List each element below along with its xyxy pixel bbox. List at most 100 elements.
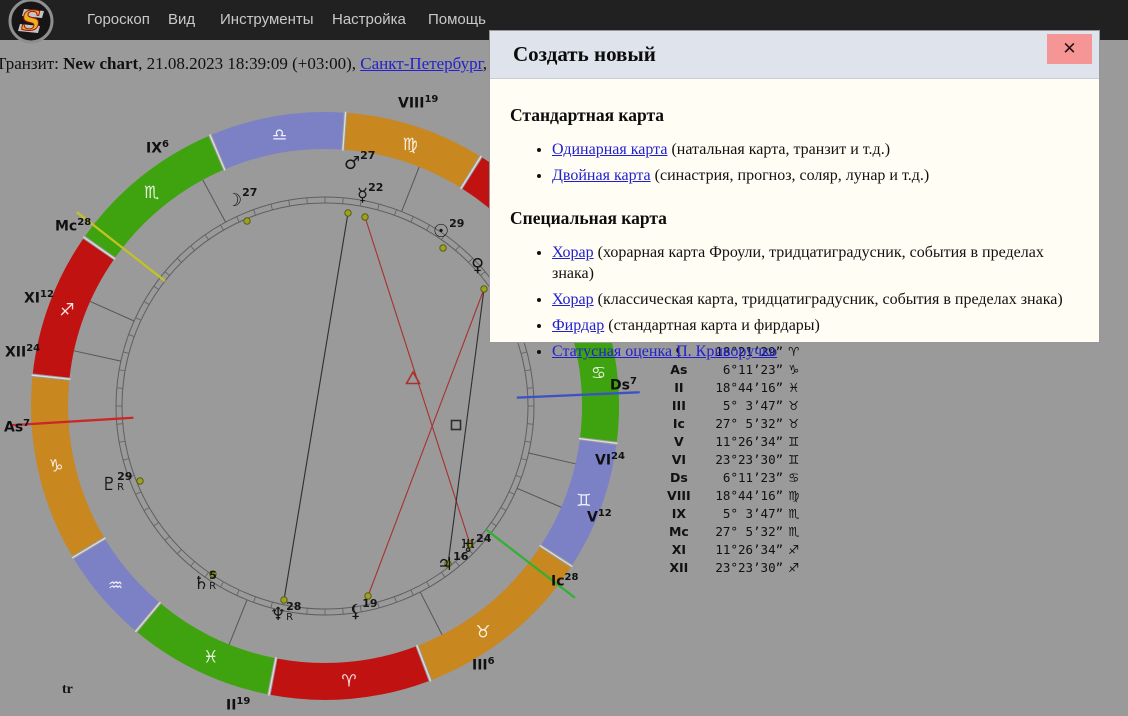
option-description: (натальная карта, транзит и т.д.) xyxy=(667,141,890,158)
planet-dot-mars xyxy=(345,210,351,216)
degree-tick xyxy=(221,582,224,587)
sign-glyph-aquarius: ♒ xyxy=(108,576,123,596)
positions-table: ⚸18°21’29”♈As 6°11’23”♑II18°44’16”♓III 5… xyxy=(660,342,810,576)
degree-tick xyxy=(129,335,135,337)
degree-tick xyxy=(123,459,129,461)
link-firdar[interactable]: Фирдар xyxy=(552,317,604,334)
dialog-option: Одинарная карта (натальная карта, транзи… xyxy=(552,139,1079,160)
dialog-section-heading: Специальная карта xyxy=(510,191,1079,229)
position-row-Mc: Mc27° 5’32”♏ xyxy=(660,522,810,540)
option-description: (стандартная карта и фирдары) xyxy=(604,317,820,334)
house-cusp-line-XII xyxy=(74,351,121,361)
degree-tick xyxy=(527,424,533,425)
position-value: 18°44’16” xyxy=(698,488,783,503)
house-cusp-line-II xyxy=(229,600,247,645)
position-row-VIII: VIII18°44’16”♍ xyxy=(660,486,810,504)
position-value: 11°26’34” xyxy=(698,542,783,557)
dialog-body: Стандартная карта Одинарная карта (наталь… xyxy=(490,79,1099,362)
degree-tick xyxy=(394,210,396,216)
point-label: XII xyxy=(660,560,698,575)
planet-dot-jupiter xyxy=(445,561,451,567)
degree-tick xyxy=(254,210,256,216)
create-new-dialog: Создать новый ✕ Стандартная карта Одинарн… xyxy=(489,30,1100,343)
dialog-option-list: Хорар (хорарная карта Фроули, тридцатигр… xyxy=(510,242,1079,362)
house-cusp-line-V xyxy=(517,488,561,507)
degree-tick xyxy=(307,608,308,614)
axis-line-ds xyxy=(517,392,640,397)
degree-tick xyxy=(307,198,308,204)
sign-glyph-virgo: ♍ xyxy=(403,135,418,155)
position-value: 27° 5’32” xyxy=(698,524,783,539)
degree-tick xyxy=(343,198,344,204)
point-label: VI xyxy=(660,452,698,467)
degree-tick xyxy=(165,272,170,276)
planet-dot-lilith xyxy=(365,593,371,599)
link-double-chart[interactable]: Двойная карта xyxy=(552,167,651,184)
axis-line-as xyxy=(11,418,134,426)
position-value: 5° 3’47” xyxy=(698,506,783,521)
sign-glyph-pisces: ♓ xyxy=(203,648,218,668)
degree-tick xyxy=(455,562,459,567)
position-row-VI: VI23°23’30”♊ xyxy=(660,450,810,468)
degree-tick xyxy=(521,459,527,461)
link-status-assessment[interactable]: Статусная оценка П. Криворучко xyxy=(552,343,777,360)
point-label: Ds xyxy=(660,470,698,485)
degree-tick xyxy=(525,370,531,371)
degree-tick xyxy=(136,318,141,321)
degree-tick xyxy=(378,602,380,608)
position-row-Ic: Ic27° 5’32”♉ xyxy=(660,414,810,432)
position-value: 6°11’23” xyxy=(698,470,783,485)
point-label: Mc xyxy=(660,524,698,539)
zodiac-sign-glyph: ♏ xyxy=(783,506,810,521)
sign-glyph-gemini: ♊ xyxy=(576,491,591,511)
chart-type-label: tr xyxy=(62,682,73,698)
position-row-V: V11°26’34”♊ xyxy=(660,432,810,450)
position-row-II: II18°44’16”♓ xyxy=(660,378,810,396)
house-cusp-line-XI xyxy=(90,301,134,321)
link-horar-frawley[interactable]: Хорар xyxy=(552,244,594,261)
link-single-chart[interactable]: Одинарная карта xyxy=(552,141,667,158)
degree-tick xyxy=(509,492,514,495)
degree-tick xyxy=(360,200,361,206)
link-horar-classic[interactable]: Хорар xyxy=(552,291,594,308)
degree-tick xyxy=(427,225,430,230)
zodiac-sign-glyph: ♓ xyxy=(783,380,810,395)
degree-tick xyxy=(144,302,149,305)
degree-tick xyxy=(191,562,195,567)
degree-tick xyxy=(237,217,240,222)
position-value: 23°23’30” xyxy=(698,452,783,467)
degree-tick xyxy=(271,204,273,210)
dialog-option: Хорар (хорарная карта Фроули, тридцатигр… xyxy=(552,242,1079,284)
degree-tick xyxy=(411,217,414,222)
degree-tick xyxy=(154,286,159,289)
degree-tick xyxy=(481,536,486,540)
zodiac-sign-glyph: ♐ xyxy=(783,542,810,557)
zodiac-sign-glyph: ♏ xyxy=(783,524,810,539)
app-window: S ГороскопВидИнструментыНастройкаПомощь … xyxy=(0,0,1128,716)
point-label: V xyxy=(660,434,698,449)
degree-tick xyxy=(191,246,195,251)
dialog-header[interactable]: Создать новый ✕ xyxy=(490,31,1099,79)
zodiac-sign-glyph: ♍ xyxy=(783,488,810,503)
house-cusp-line-VI xyxy=(529,453,576,464)
degree-tick xyxy=(441,572,444,577)
inner-circle-inner xyxy=(122,203,528,609)
degree-tick xyxy=(455,246,459,251)
degree-tick xyxy=(378,204,380,210)
option-description: (хорарная карта Фроули, тридцатиградусни… xyxy=(552,244,1044,282)
dialog-option-list: Одинарная карта (натальная карта, транзи… xyxy=(510,139,1079,186)
dialog-section-heading: Стандартная карта xyxy=(510,79,1079,126)
degree-tick xyxy=(177,550,181,554)
degree-tick xyxy=(154,522,159,525)
point-label: II xyxy=(660,380,698,395)
position-value: 23°23’30” xyxy=(698,560,783,575)
option-description: (классическая карта, тридцатиградусник, … xyxy=(594,291,1063,308)
zodiac-sign-glyph: ♉ xyxy=(783,416,810,431)
close-button[interactable]: ✕ xyxy=(1047,34,1092,64)
aspect-line xyxy=(284,213,348,600)
degree-tick xyxy=(394,597,396,603)
house-cusp-line-VIII xyxy=(402,167,420,212)
dialog-option: Статусная оценка П. Криворучко xyxy=(552,341,1079,362)
degree-tick xyxy=(411,590,414,595)
planet-dot-sun xyxy=(440,245,446,251)
